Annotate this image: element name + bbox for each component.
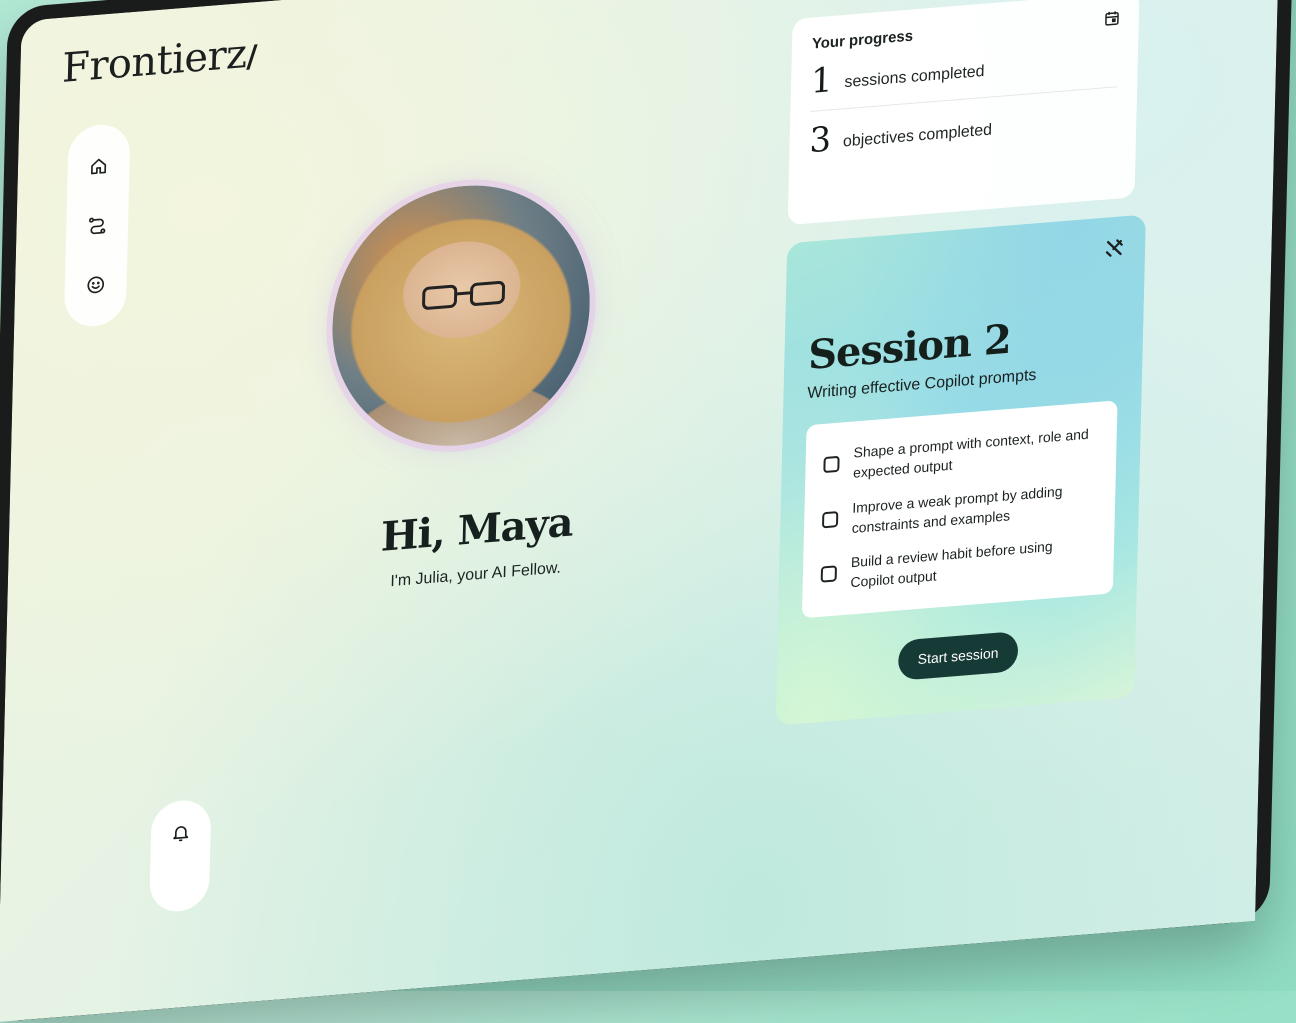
home-icon [90, 159, 107, 175]
stat-value: 1 [810, 59, 834, 102]
stat-label: objectives completed [842, 121, 993, 151]
progress-card: Your progress 1 sessions completed 3 obj… [787, 0, 1140, 226]
objective-checkbox[interactable] [823, 456, 840, 474]
brand-logo[interactable]: Frontierz/ [62, 30, 258, 92]
objective-checkbox[interactable] [820, 565, 837, 584]
nav-profile-button[interactable] [77, 265, 114, 304]
brand-name: Frontierz [61, 30, 248, 92]
session-card: Session 2 Writing effective Copilot prom… [775, 214, 1147, 726]
stat-value: 3 [809, 119, 832, 162]
objectives-list: Shape a prompt with context, role and ex… [801, 400, 1118, 619]
start-session-button[interactable]: Start session [897, 630, 1019, 681]
route-icon [89, 217, 106, 235]
side-nav [63, 122, 131, 329]
objective-text: Build a review habit before using Copilo… [850, 538, 1053, 591]
notifications-button[interactable] [149, 798, 212, 914]
laptop-bezel: Frontierz/ Hi, Maya I'm Julia, your AI F… [0, 0, 1294, 1023]
bell-icon [173, 826, 189, 842]
objective-checkbox[interactable] [821, 510, 839, 529]
smiley-icon [87, 276, 105, 293]
stat-label: sessions completed [844, 62, 985, 92]
nav-home-button[interactable] [80, 147, 117, 186]
glasses-shape [422, 281, 506, 310]
app-screen: Frontierz/ Hi, Maya I'm Julia, your AI F… [0, 0, 1280, 1023]
greeting-title: Hi, Maya [380, 498, 574, 561]
nav-journey-button[interactable] [79, 206, 116, 245]
brand-mark: / [246, 39, 258, 76]
tools-icon[interactable] [1103, 236, 1125, 260]
ai-fellow-avatar [329, 175, 593, 456]
device-scene: Frontierz/ Hi, Maya I'm Julia, your AI F… [0, 0, 1296, 1023]
calendar-icon[interactable] [1103, 9, 1121, 29]
